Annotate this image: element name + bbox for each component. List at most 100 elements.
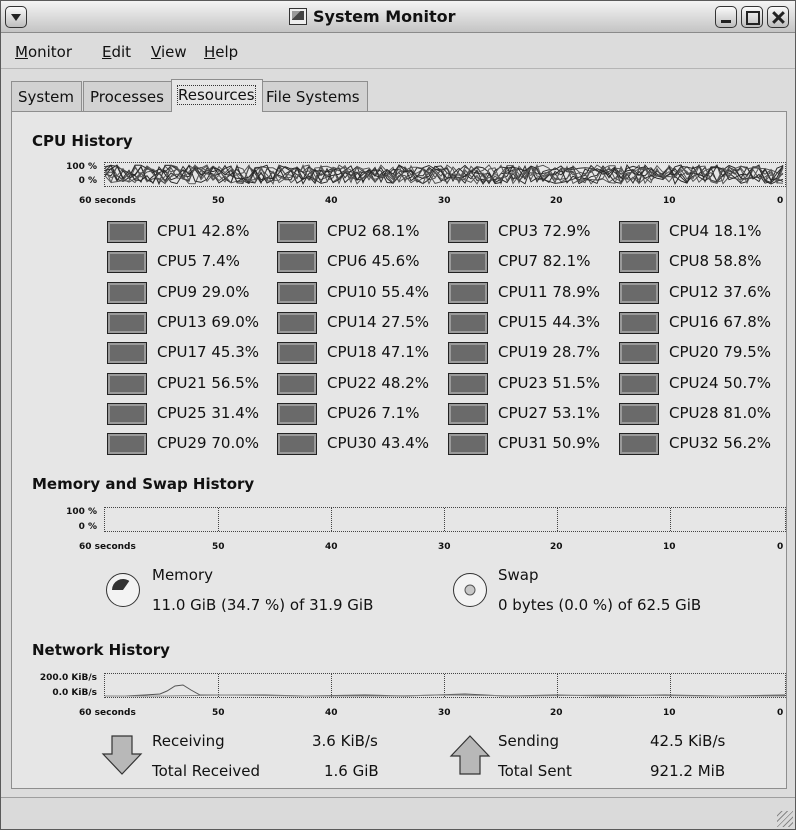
cpu-color-swatch[interactable] bbox=[619, 251, 659, 273]
cpu-color-swatch[interactable] bbox=[107, 282, 147, 304]
cpu-label: CPU31 50.9% bbox=[498, 434, 601, 452]
cpu-label: CPU1 42.8% bbox=[157, 222, 250, 240]
cpu-color-swatch[interactable] bbox=[448, 403, 488, 425]
memory-x-label-60: 60 seconds bbox=[79, 542, 136, 552]
tab-system-label: System bbox=[18, 88, 74, 106]
cpu-color-swatch[interactable] bbox=[619, 403, 659, 425]
cpu-label: CPU16 67.8% bbox=[669, 313, 772, 331]
tab-resources[interactable]: Resources bbox=[171, 79, 263, 112]
window-menu-button[interactable] bbox=[5, 6, 27, 28]
cpu-color-swatch[interactable] bbox=[448, 251, 488, 273]
cpu-x-label-0: 0 bbox=[777, 196, 784, 206]
network-x-label-0: 0 bbox=[777, 708, 784, 718]
cpu-label: CPU28 81.0% bbox=[669, 404, 772, 422]
status-bar bbox=[1, 797, 795, 829]
title-bar[interactable]: System Monitor bbox=[1, 1, 795, 33]
cpu-label: CPU2 68.1% bbox=[327, 222, 420, 240]
tab-file-systems[interactable]: File Systems bbox=[259, 81, 368, 111]
tab-file-systems-label: File Systems bbox=[266, 88, 360, 106]
minimize-button[interactable] bbox=[715, 6, 737, 28]
resize-grip[interactable] bbox=[777, 811, 793, 827]
maximize-button[interactable] bbox=[741, 6, 763, 28]
cpu-y-bottom-label: 0 % bbox=[78, 176, 97, 186]
close-button[interactable] bbox=[767, 6, 789, 28]
network-y-bottom-label: 0.0 KiB/s bbox=[52, 688, 97, 698]
cpu-color-swatch[interactable] bbox=[277, 433, 317, 455]
cpu-color-swatch[interactable] bbox=[277, 373, 317, 395]
memory-y-bottom-label: 0 % bbox=[78, 522, 97, 532]
menu-edit[interactable]: Edit bbox=[102, 43, 131, 61]
cpu-label: CPU32 56.2% bbox=[669, 434, 772, 452]
cpu-color-swatch[interactable] bbox=[107, 403, 147, 425]
cpu-x-label-60: 60 seconds bbox=[79, 196, 136, 206]
cpu-label: CPU22 48.2% bbox=[327, 374, 430, 392]
memory-x-label-40: 40 bbox=[325, 542, 338, 552]
cpu-color-swatch[interactable] bbox=[619, 312, 659, 334]
cpu-color-swatch[interactable] bbox=[448, 312, 488, 334]
tab-system[interactable]: System bbox=[11, 81, 82, 111]
memory-x-label-20: 20 bbox=[550, 542, 563, 552]
receiving-arrow-icon[interactable] bbox=[101, 734, 143, 776]
window-title: System Monitor bbox=[313, 7, 456, 26]
cpu-label: CPU9 29.0% bbox=[157, 283, 250, 301]
cpu-x-label-50: 50 bbox=[212, 196, 225, 206]
menu-monitor[interactable]: Monitor bbox=[15, 43, 72, 61]
system-monitor-window: System Monitor Monitor Edit View Help Sy… bbox=[0, 0, 796, 830]
cpu-label: CPU10 55.4% bbox=[327, 283, 430, 301]
network-history-title: Network History bbox=[32, 641, 170, 659]
cpu-color-swatch[interactable] bbox=[107, 221, 147, 243]
total-received-value: 1.6 GiB bbox=[324, 762, 379, 780]
cpu-color-swatch[interactable] bbox=[619, 282, 659, 304]
cpu-label: CPU21 56.5% bbox=[157, 374, 260, 392]
memory-history-title: Memory and Swap History bbox=[32, 475, 255, 493]
menu-bar: Monitor Edit View Help bbox=[1, 34, 795, 69]
cpu-color-swatch[interactable] bbox=[448, 282, 488, 304]
cpu-color-swatch[interactable] bbox=[277, 221, 317, 243]
network-x-label-50: 50 bbox=[212, 708, 225, 718]
cpu-label: CPU20 79.5% bbox=[669, 343, 772, 361]
swap-pie-icon[interactable] bbox=[452, 572, 488, 608]
cpu-color-swatch[interactable] bbox=[619, 221, 659, 243]
cpu-label: CPU17 45.3% bbox=[157, 343, 260, 361]
cpu-color-swatch[interactable] bbox=[277, 282, 317, 304]
cpu-history-lines bbox=[105, 163, 784, 186]
network-y-top-label: 200.0 KiB/s bbox=[39, 673, 97, 683]
cpu-x-label-20: 20 bbox=[550, 196, 563, 206]
cpu-label: CPU4 18.1% bbox=[669, 222, 762, 240]
cpu-color-swatch[interactable] bbox=[107, 433, 147, 455]
cpu-label: CPU24 50.7% bbox=[669, 374, 772, 392]
memory-x-label-30: 30 bbox=[438, 542, 451, 552]
cpu-color-swatch[interactable] bbox=[107, 312, 147, 334]
cpu-color-swatch[interactable] bbox=[448, 433, 488, 455]
cpu-color-swatch[interactable] bbox=[619, 373, 659, 395]
cpu-color-swatch[interactable] bbox=[107, 373, 147, 395]
cpu-color-swatch[interactable] bbox=[448, 373, 488, 395]
cpu-color-swatch[interactable] bbox=[619, 342, 659, 364]
cpu-history-graph bbox=[104, 162, 786, 187]
cpu-color-swatch[interactable] bbox=[107, 342, 147, 364]
cpu-color-swatch[interactable] bbox=[277, 342, 317, 364]
cpu-label: CPU13 69.0% bbox=[157, 313, 260, 331]
cpu-color-swatch[interactable] bbox=[448, 342, 488, 364]
cpu-color-swatch[interactable] bbox=[107, 251, 147, 273]
system-monitor-app-icon bbox=[289, 8, 307, 25]
memory-pie-icon[interactable] bbox=[105, 572, 141, 608]
cpu-label: CPU18 47.1% bbox=[327, 343, 430, 361]
cpu-color-swatch[interactable] bbox=[448, 221, 488, 243]
cpu-x-label-30: 30 bbox=[438, 196, 451, 206]
tab-processes[interactable]: Processes bbox=[83, 81, 172, 111]
menu-view[interactable]: View bbox=[151, 43, 187, 61]
network-x-label-60: 60 seconds bbox=[79, 708, 136, 718]
network-history-lines bbox=[105, 684, 785, 697]
cpu-label: CPU15 44.3% bbox=[498, 313, 601, 331]
swap-value: 0 bytes (0.0 %) of 62.5 GiB bbox=[498, 596, 702, 614]
menu-help[interactable]: Help bbox=[204, 43, 238, 61]
cpu-color-swatch[interactable] bbox=[277, 403, 317, 425]
cpu-color-swatch[interactable] bbox=[277, 312, 317, 334]
memory-x-label-10: 10 bbox=[663, 542, 676, 552]
cpu-color-swatch[interactable] bbox=[277, 251, 317, 273]
receiving-value: 3.6 KiB/s bbox=[312, 732, 378, 750]
memory-x-label-50: 50 bbox=[212, 542, 225, 552]
cpu-color-swatch[interactable] bbox=[619, 433, 659, 455]
sending-arrow-icon[interactable] bbox=[449, 734, 491, 776]
